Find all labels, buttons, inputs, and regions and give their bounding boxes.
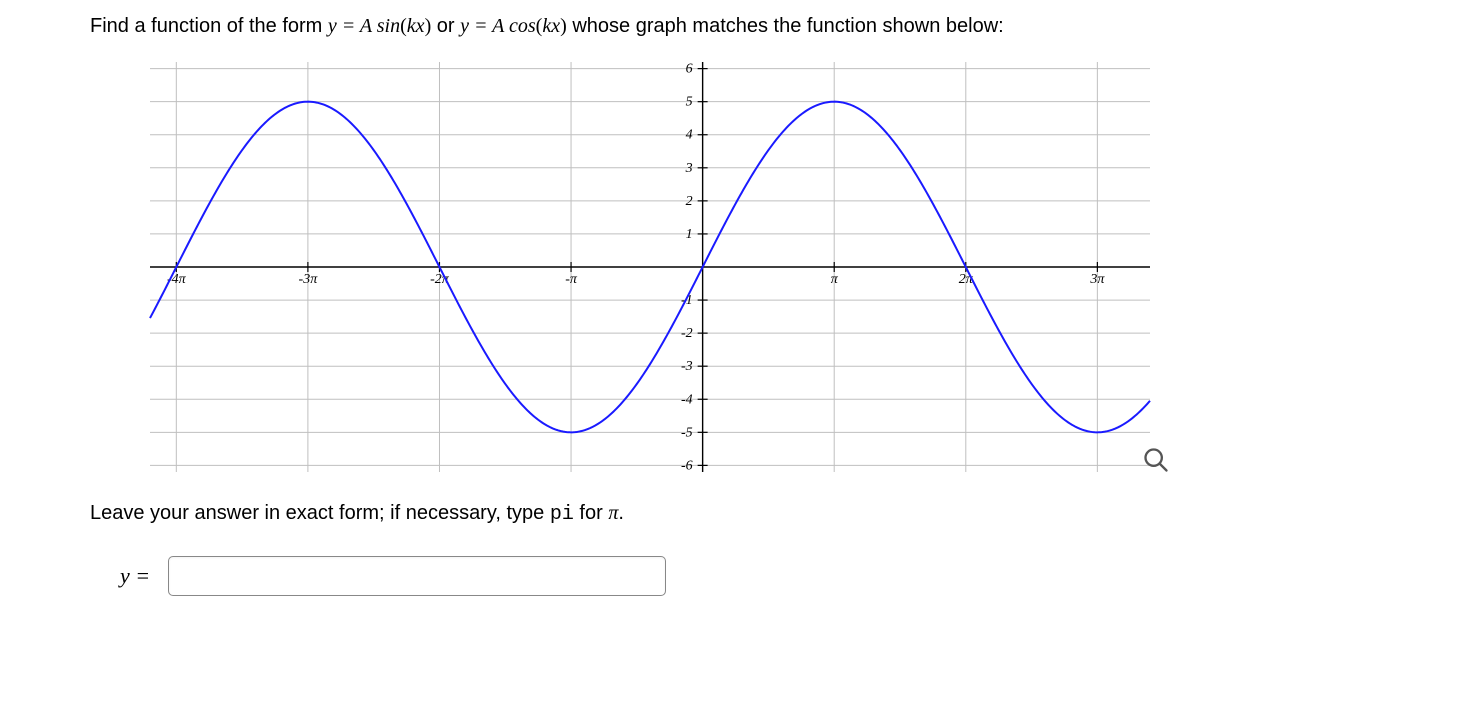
svg-text:4: 4 — [686, 128, 693, 143]
function-graph: -4π-3π-2π-ππ2π3π-6-5-4-3-2-1123456 — [140, 52, 1160, 482]
svg-text:-3π: -3π — [299, 272, 319, 287]
svg-text:6: 6 — [686, 62, 693, 77]
question-text: Find a function of the form y = A sin(kx… — [90, 10, 1379, 42]
svg-text:-π: -π — [565, 272, 578, 287]
answer-input[interactable] — [168, 556, 666, 596]
svg-text:-4: -4 — [681, 392, 693, 407]
svg-text:3π: 3π — [1089, 272, 1105, 287]
svg-text:3: 3 — [685, 161, 693, 176]
svg-text:-2: -2 — [681, 326, 693, 341]
answer-row: y = — [120, 556, 1379, 596]
svg-text:-5: -5 — [681, 425, 693, 440]
svg-text:5: 5 — [686, 95, 693, 110]
answer-label: y = — [120, 563, 150, 589]
svg-text:-3: -3 — [681, 359, 693, 374]
svg-text:1: 1 — [686, 227, 693, 242]
instruction-text: Leave your answer in exact form; if nece… — [90, 502, 1379, 526]
chart-area: -4π-3π-2π-ππ2π3π-6-5-4-3-2-1123456 — [140, 52, 1160, 482]
svg-text:-6: -6 — [681, 458, 693, 473]
svg-text:2: 2 — [686, 194, 693, 209]
svg-text:π: π — [831, 272, 839, 287]
magnify-icon[interactable] — [1142, 446, 1170, 474]
